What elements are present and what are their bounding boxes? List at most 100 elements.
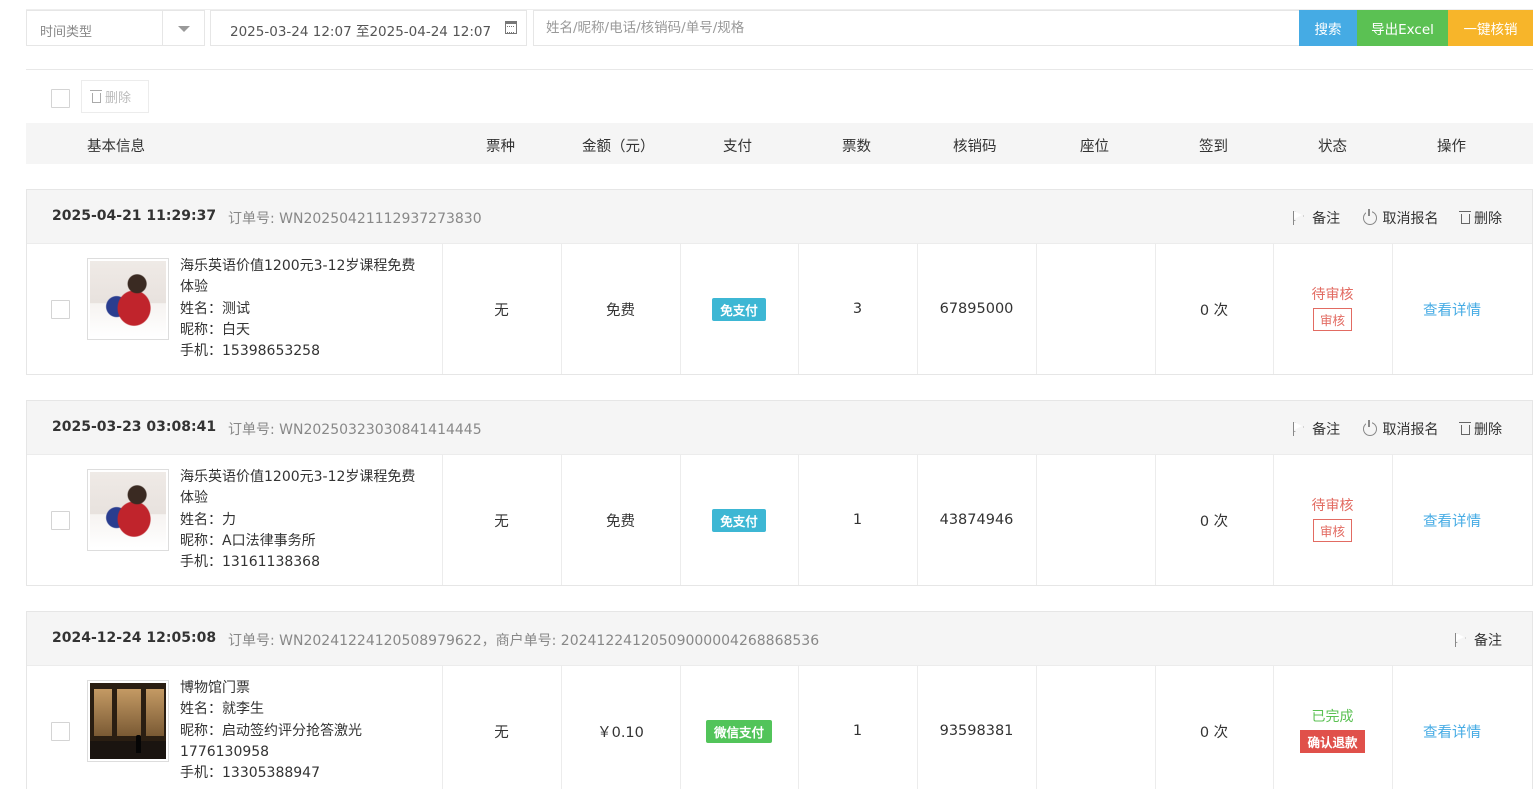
seat-cell	[1036, 455, 1155, 585]
flag-icon	[1293, 211, 1304, 225]
status-cell: 待审核 审核	[1273, 244, 1392, 374]
row-checkbox[interactable]	[51, 511, 70, 530]
col-count: 票数	[842, 139, 871, 155]
order-number: 订单号: WN20250323030841414445	[228, 422, 482, 438]
filter-bar: 时间类型 2025-03-24 12:07 至2025-04-24 12:07 …	[26, 10, 1533, 46]
amount-cell: 免费	[606, 513, 635, 530]
product-thumbnail	[87, 258, 169, 340]
col-action: 操作	[1437, 139, 1466, 155]
order-time: 2025-03-23 03:08:41	[52, 419, 217, 435]
order-header: 2025-04-21 11:29:37 订单号: WN2025042111293…	[27, 190, 1532, 244]
table-row: 海乐英语价值1200元3-12岁课程免费 体验 姓名：力 昵称：A口法律事务所 …	[27, 455, 1532, 585]
view-details-link[interactable]: 查看详情	[1423, 510, 1481, 531]
seat-cell	[1036, 666, 1155, 789]
review-button[interactable]: 审核	[1312, 308, 1352, 331]
attendee-name: 姓名：就李生	[180, 701, 264, 718]
status-cell: 已完成 确认退款	[1273, 666, 1392, 789]
status-cell: 待审核 审核	[1273, 455, 1392, 585]
col-status: 状态	[1318, 139, 1347, 155]
trash-icon	[1459, 211, 1471, 224]
remark-label: 备注	[1312, 422, 1341, 438]
view-details-link[interactable]: 查看详情	[1423, 299, 1481, 320]
attendee-name: 姓名：力	[180, 511, 236, 528]
view-details-link[interactable]: 查看详情	[1423, 721, 1481, 742]
order-header: 2024-12-24 12:05:08 订单号: WN2024122412050…	[27, 612, 1532, 666]
cancel-label: 取消报名	[1382, 422, 1439, 438]
code-cell: 93598381	[939, 723, 1014, 739]
code-cell: 67895000	[939, 301, 1014, 317]
select-all-checkbox[interactable]	[51, 89, 70, 108]
time-type-select[interactable]: 时间类型	[26, 10, 205, 46]
payment-badge: 免支付	[712, 508, 766, 532]
basic-info: 海乐英语价值1200元3-12岁课程免费 体验 姓名：力 昵称：A口法律事务所 …	[180, 467, 442, 573]
row-checkbox[interactable]	[51, 722, 70, 741]
attendee-nickname: 昵称：白天	[180, 321, 250, 338]
payment-cell: 微信支付	[680, 666, 798, 789]
order-card: 2025-04-21 11:29:37 订单号: WN2025042111293…	[26, 189, 1533, 375]
remark-button[interactable]: 备注	[1293, 208, 1340, 228]
product-title: 博物馆门票	[180, 680, 250, 696]
basic-info: 海乐英语价值1200元3-12岁课程免费 体验 姓名：测试 昵称：白天 手机：1…	[180, 256, 442, 362]
basic-info: 博物馆门票 姓名：就李生 昵称：启动签约评分抢答激光 1776130958 手机…	[180, 678, 442, 784]
time-type-dropdown[interactable]	[162, 11, 204, 45]
search-button[interactable]: 搜索	[1299, 10, 1357, 46]
table-header: 基本信息 票种 金额（元） 支付 票数 核销码 座位 签到 状态 操作	[26, 123, 1533, 164]
cancel-registration-button[interactable]: 取消报名	[1362, 208, 1439, 228]
order-card: 2025-03-23 03:08:41 订单号: WN2025032303084…	[26, 400, 1533, 586]
attendee-phone: 手机：13305388947	[180, 765, 320, 782]
bulk-delete-label: 删除	[105, 91, 132, 106]
col-ticket-type: 票种	[486, 139, 515, 155]
one-click-verify-button[interactable]: 一键核销	[1448, 10, 1533, 46]
flag-icon	[1293, 422, 1304, 436]
col-amount: 金额（元）	[582, 139, 655, 155]
status-text: 待审核	[1311, 498, 1354, 514]
confirm-refund-button[interactable]: 确认退款	[1300, 730, 1365, 753]
search-input[interactable]	[533, 10, 1300, 46]
order-card: 2024-12-24 12:05:08 订单号: WN2024122412050…	[26, 611, 1533, 789]
count-cell: 1	[852, 723, 863, 739]
power-icon	[1362, 209, 1377, 225]
payment-cell: 免支付	[680, 455, 798, 585]
table-row: 海乐英语价值1200元3-12岁课程免费 体验 姓名：测试 昵称：白天 手机：1…	[27, 244, 1532, 374]
ticket-type-cell: 无	[494, 724, 509, 741]
order-number: 订单号: WN20241224120508979622，商户单号: 202412…	[228, 633, 820, 649]
export-excel-button[interactable]: 导出Excel	[1357, 10, 1448, 46]
delete-order-button[interactable]: 删除	[1459, 419, 1502, 439]
delete-label: 删除	[1474, 422, 1502, 438]
order-actions: 备注 取消报名 删除	[1275, 208, 1502, 228]
power-icon	[1362, 420, 1377, 436]
order-number: 订单号: WN20250421112937273830	[228, 211, 482, 227]
trash-icon	[90, 90, 102, 103]
status-text: 已完成	[1311, 709, 1354, 725]
action-cell: 查看详情	[1392, 666, 1512, 789]
product-thumbnail	[87, 469, 169, 551]
section-divider	[26, 69, 1533, 70]
attendee-nickname: 昵称：启动签约评分抢答激光	[180, 722, 362, 739]
product-image	[90, 472, 166, 548]
row-checkbox[interactable]	[51, 300, 70, 319]
flag-icon	[1455, 633, 1466, 647]
action-cell: 查看详情	[1392, 455, 1512, 585]
signin-cell: 0 次	[1199, 724, 1229, 741]
cancel-registration-button[interactable]: 取消报名	[1362, 419, 1439, 439]
payment-badge: 微信支付	[705, 719, 772, 743]
order-header: 2025-03-23 03:08:41 订单号: WN2025032303084…	[27, 401, 1532, 455]
review-button[interactable]: 审核	[1312, 519, 1352, 542]
remark-label: 备注	[1474, 633, 1502, 649]
bulk-delete-button[interactable]: 删除	[81, 80, 149, 113]
seat-cell	[1036, 244, 1155, 374]
remark-button[interactable]: 备注	[1293, 419, 1340, 439]
order-actions: 备注	[1437, 630, 1502, 650]
remark-button[interactable]: 备注	[1455, 630, 1502, 650]
payment-badge: 免支付	[712, 297, 766, 321]
signin-cell: 0 次	[1199, 513, 1229, 530]
ticket-type-cell: 无	[494, 302, 509, 319]
count-cell: 1	[852, 512, 863, 528]
col-code: 核销码	[953, 139, 997, 155]
delete-order-button[interactable]: 删除	[1459, 208, 1502, 228]
date-range-picker[interactable]: 2025-03-24 12:07 至2025-04-24 12:07	[210, 10, 527, 46]
action-cell: 查看详情	[1392, 244, 1512, 374]
ticket-type-cell: 无	[494, 513, 509, 530]
attendee-nickname: 昵称：A口法律事务所	[180, 532, 316, 549]
col-signin: 签到	[1199, 139, 1228, 155]
